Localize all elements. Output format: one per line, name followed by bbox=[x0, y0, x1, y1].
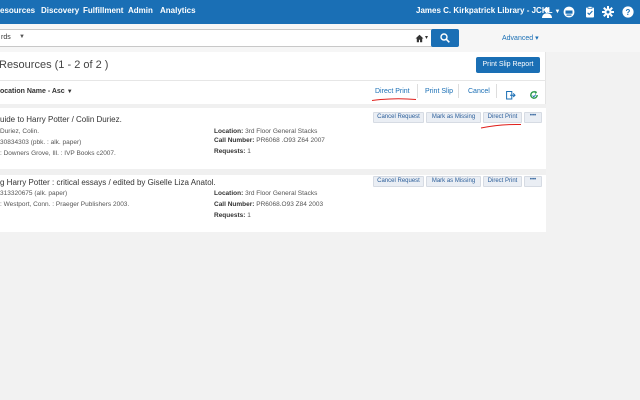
cancel-request-button[interactable]: Cancel Request bbox=[373, 176, 424, 187]
search-input[interactable]: rds ▼ ▾ bbox=[0, 29, 438, 47]
red-annotation-mark bbox=[480, 123, 522, 129]
print-slip-report-button[interactable]: Print Slip Report bbox=[476, 57, 540, 73]
export-icon[interactable] bbox=[506, 87, 516, 100]
page-title: Resources (1 - 2 of 2 ) bbox=[0, 59, 109, 71]
call-number-value: PR6068.O93 Z84 2003 bbox=[256, 201, 324, 208]
requests-field: Requests: 1 bbox=[214, 212, 251, 219]
location-label: Location: bbox=[214, 128, 244, 135]
right-gutter bbox=[546, 52, 640, 232]
advanced-search-link[interactable]: Advanced ▾ bbox=[502, 34, 539, 42]
location-label: Location: bbox=[214, 190, 244, 197]
divider bbox=[458, 84, 459, 98]
scope-chevron-down-icon[interactable]: ▼ bbox=[19, 34, 25, 40]
item-isbn: 30834303 (pbk. : alk. paper) bbox=[0, 139, 82, 146]
top-nav-bar: esources Discovery Fulfillment Admin Ana… bbox=[0, 0, 640, 24]
gear-icon[interactable] bbox=[602, 6, 614, 18]
search-scope-label[interactable]: rds bbox=[1, 34, 11, 41]
nav-admin[interactable]: Admin bbox=[128, 6, 153, 15]
library-icon[interactable] bbox=[563, 6, 575, 18]
chevron-down-icon: ▼ bbox=[554, 9, 561, 15]
requests-value: 1 bbox=[247, 212, 251, 219]
item-isbn: 313320675 (alk. paper) bbox=[0, 190, 68, 197]
location-field: Location: 3rd Floor General Stacks bbox=[214, 128, 317, 135]
item-title[interactable]: g Harry Potter : critical essays / edite… bbox=[0, 178, 216, 187]
toolbar-direct-print[interactable]: Direct Print bbox=[375, 88, 410, 95]
call-number-value: PR6068 .O93 Z64 2007 bbox=[256, 137, 325, 144]
search-bar-row: rds ▼ ▾ bbox=[0, 24, 640, 52]
help-icon[interactable]: ? bbox=[622, 6, 634, 18]
search-button[interactable] bbox=[431, 29, 459, 47]
item-author: Duriez, Colin. bbox=[0, 128, 40, 135]
call-number-label: Call Number: bbox=[214, 201, 255, 208]
more-actions-button[interactable]: ••• bbox=[524, 112, 542, 123]
location-field: Location: 3rd Floor General Stacks bbox=[214, 190, 317, 197]
user-icon[interactable] bbox=[541, 6, 553, 18]
mark-as-missing-button[interactable]: Mark as Missing bbox=[426, 176, 481, 187]
more-actions-button[interactable]: ••• bbox=[524, 176, 542, 187]
toolbar-cancel[interactable]: Cancel bbox=[468, 88, 490, 95]
nav-analytics[interactable]: Analytics bbox=[160, 6, 196, 15]
cancel-request-button[interactable]: Cancel Request bbox=[373, 112, 424, 123]
red-annotation-mark bbox=[371, 98, 417, 101]
item-publication: : Westport, Conn. : Praeger Publishers 2… bbox=[0, 201, 130, 208]
divider bbox=[417, 84, 418, 98]
list-item: g Harry Potter : critical essays / edite… bbox=[0, 175, 546, 232]
location-value: 3rd Floor General Stacks bbox=[245, 128, 318, 135]
nav-resources[interactable]: esources bbox=[0, 6, 35, 15]
requests-field: Requests: 1 bbox=[214, 148, 251, 155]
user-menu[interactable]: James C. Kirkpatrick Library - JCKL ▼ bbox=[416, 6, 560, 15]
sort-dropdown[interactable]: ocation Name - Asc ▼ bbox=[0, 88, 73, 95]
clipboard-icon[interactable] bbox=[584, 6, 596, 18]
call-number-field: Call Number: PR6068 .O93 Z64 2007 bbox=[214, 137, 325, 144]
home-icon[interactable] bbox=[415, 34, 424, 43]
nav-fulfillment[interactable]: Fulfillment bbox=[83, 6, 123, 15]
page-background bbox=[0, 232, 640, 400]
item-publication: : Downers Grove, Ill. : IVP Books c2007. bbox=[0, 150, 116, 157]
direct-print-button[interactable]: Direct Print bbox=[483, 112, 522, 123]
home-chevron-down-icon[interactable]: ▾ bbox=[425, 34, 428, 41]
nav-discovery[interactable]: Discovery bbox=[41, 6, 79, 15]
toolbar-print-slip[interactable]: Print Slip bbox=[425, 88, 453, 95]
search-icon bbox=[440, 33, 450, 43]
direct-print-button[interactable]: Direct Print bbox=[483, 176, 522, 187]
item-title[interactable]: uide to Harry Potter / Colin Duriez. bbox=[0, 115, 122, 124]
refresh-icon[interactable] bbox=[529, 87, 539, 99]
requests-label: Requests: bbox=[214, 212, 246, 219]
call-number-field: Call Number: PR6068.O93 Z84 2003 bbox=[214, 201, 323, 208]
list-item: uide to Harry Potter / Colin Duriez. Dur… bbox=[0, 108, 546, 169]
requests-value: 1 bbox=[247, 148, 251, 155]
location-value: 3rd Floor General Stacks bbox=[245, 190, 318, 197]
divider bbox=[0, 80, 546, 81]
divider bbox=[496, 84, 497, 98]
chevron-down-icon: ▼ bbox=[66, 89, 73, 95]
sort-label: ocation Name - Asc bbox=[0, 88, 65, 95]
requests-label: Requests: bbox=[214, 148, 246, 155]
user-name: James C. Kirkpatrick Library - JCKL bbox=[416, 6, 553, 15]
svg-text:?: ? bbox=[626, 8, 631, 17]
mark-as-missing-button[interactable]: Mark as Missing bbox=[426, 112, 481, 123]
call-number-label: Call Number: bbox=[214, 137, 255, 144]
